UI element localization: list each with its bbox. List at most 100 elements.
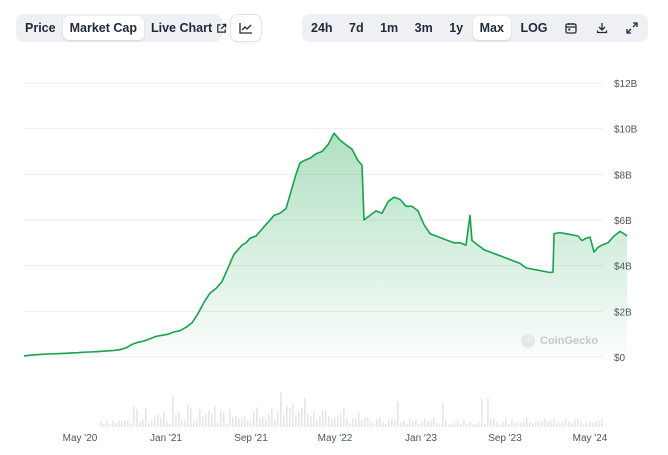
volume-bar: [325, 410, 327, 427]
volume-bar: [403, 420, 405, 427]
volume-bar: [520, 422, 522, 427]
volume-bar: [226, 423, 228, 427]
tab-live-chart-label: Live Chart: [150, 21, 213, 35]
volume-bar: [577, 419, 579, 427]
volume-bar: [154, 417, 156, 427]
chart-type-button[interactable]: [230, 14, 262, 42]
volume-bar: [265, 419, 267, 427]
volume-bar: [427, 421, 429, 427]
volume-bar: [292, 403, 294, 427]
range-max[interactable]: Max: [472, 16, 511, 40]
volume-bar: [280, 392, 282, 427]
volume-bar: [487, 398, 489, 427]
volume-bar: [289, 408, 291, 427]
volume-bar: [415, 420, 417, 427]
volume-bar: [421, 421, 423, 427]
volume-bar: [193, 420, 195, 427]
volume-bar: [163, 411, 165, 427]
volume-bar: [130, 423, 132, 427]
volume-bar: [553, 419, 555, 427]
volume-bar: [271, 407, 273, 427]
volume-bar: [328, 416, 330, 427]
range-1y[interactable]: 1y: [442, 16, 470, 40]
download-icon: [596, 23, 607, 34]
volume-bar: [469, 421, 471, 427]
volume-bar: [355, 417, 357, 427]
volume-bar: [598, 420, 600, 427]
volume-bar: [517, 422, 519, 427]
volume-bar: [217, 422, 219, 427]
volume-bar: [214, 406, 216, 427]
volume-bar: [223, 411, 225, 427]
volume-bar: [256, 407, 258, 427]
volume-bar: [148, 423, 150, 427]
volume-bar: [172, 396, 174, 427]
volume-bar: [181, 419, 183, 427]
fullscreen-button[interactable]: [618, 16, 646, 40]
tab-live-chart[interactable]: Live Chart: [144, 16, 234, 40]
volume-bar: [505, 417, 507, 427]
volume-bar: [232, 416, 234, 427]
volume-bar: [535, 422, 537, 427]
volume-bar: [184, 420, 186, 427]
y-tick-label: $0: [614, 353, 626, 364]
volume-bar: [208, 410, 210, 427]
volume-bar: [319, 416, 321, 427]
chart-svg: $12B $10B $8B $6B $4B $2B $0 May '20 Jan '21 Sep…: [23, 79, 638, 444]
volume-bar: [394, 420, 396, 427]
volume-bar: [322, 409, 324, 427]
volume-bar: [475, 424, 477, 427]
volume-bar: [523, 420, 525, 427]
volume-bar: [100, 421, 102, 427]
fullscreen-icon: [626, 22, 638, 34]
volume-bar: [514, 423, 516, 427]
volume-bar: [508, 423, 510, 427]
date-picker-button[interactable]: [557, 16, 585, 40]
volume-bar: [457, 420, 459, 427]
volume-bar: [259, 417, 261, 427]
volume-bar: [211, 413, 213, 427]
volume-bar: [115, 422, 117, 427]
volume-bar: [559, 422, 561, 427]
volume-bar: [112, 420, 114, 427]
volume-bar: [286, 405, 288, 427]
volume-bar: [304, 397, 306, 427]
volume-bar: [124, 419, 126, 427]
volume-bar: [136, 409, 138, 427]
external-link-icon: [217, 23, 227, 33]
range-24h[interactable]: 24h: [304, 16, 340, 40]
volume-bar: [352, 417, 354, 427]
volume-bar: [430, 421, 432, 427]
download-button[interactable]: [588, 16, 616, 40]
volume-bar: [499, 424, 501, 427]
volume-bar: [544, 418, 546, 427]
volume-bar: [406, 424, 408, 427]
range-1m[interactable]: 1m: [373, 16, 405, 40]
volume-bar: [565, 418, 567, 427]
volume-bar: [106, 421, 108, 427]
volume-bar: [142, 419, 144, 427]
volume-bar: [190, 407, 192, 427]
volume-bar: [592, 422, 594, 427]
volume-bar: [388, 420, 390, 427]
range-log[interactable]: LOG: [513, 16, 554, 40]
volume-bar: [133, 406, 135, 427]
range-3m[interactable]: 3m: [408, 16, 440, 40]
volume-bar: [268, 414, 270, 427]
y-tick-label: $10B: [614, 125, 638, 136]
volume-bar: [202, 417, 204, 427]
volume-bar: [562, 421, 564, 427]
volume-bar: [439, 424, 441, 427]
volume-bar: [301, 407, 303, 427]
range-7d[interactable]: 7d: [342, 16, 371, 40]
volume-bar: [400, 422, 402, 427]
tab-market-cap[interactable]: Market Cap: [62, 16, 144, 40]
x-tick-label: May '22: [318, 433, 353, 444]
volume-bar: [511, 419, 513, 427]
tab-price[interactable]: Price: [18, 16, 63, 40]
x-tick-label: Sep '23: [488, 433, 522, 444]
volume-bar: [571, 423, 573, 427]
volume-bar: [409, 418, 411, 427]
volume-bar: [460, 423, 462, 427]
volume-bar: [139, 421, 141, 427]
